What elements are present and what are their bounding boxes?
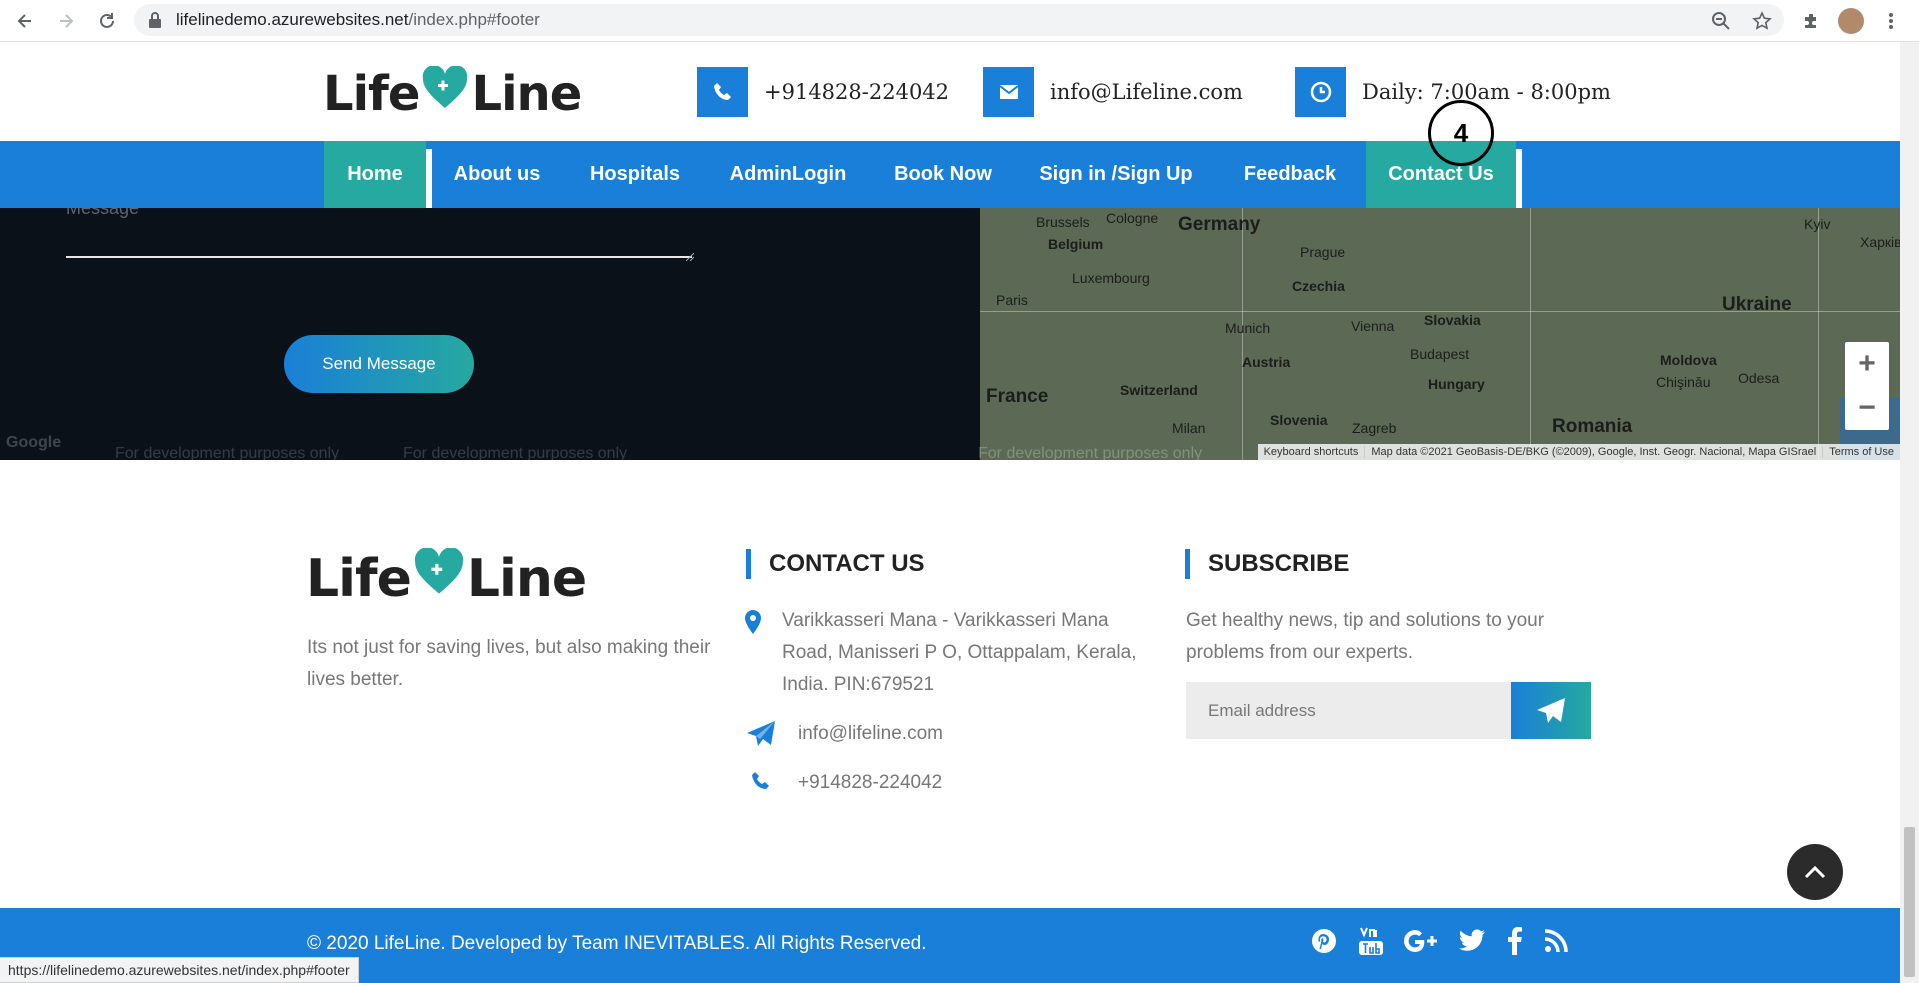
map-label-prague: Prague (1300, 244, 1346, 260)
map-label-munich: Munich (1225, 320, 1271, 336)
map-label-germany: Germany (1178, 214, 1261, 235)
map-label-brussels: Brussels (1036, 214, 1090, 230)
message-textarea[interactable] (66, 256, 692, 258)
site-header (0, 42, 1900, 141)
browser-toolbar: lifelinedemo.azurewebsites.net/index.php… (0, 0, 1919, 42)
dev-watermark-3: For development purposes only (978, 445, 1203, 460)
map-label-kharkiv: Харків (1860, 234, 1900, 250)
address-row: Varikkasseri Mana - Varikkasseri Mana Ro… (744, 605, 1164, 701)
lock-icon (148, 11, 162, 34)
menu-dots-icon[interactable] (1878, 8, 1904, 34)
dev-watermark-1: For development purposes only (115, 445, 340, 460)
rss-icon[interactable] (1541, 926, 1571, 956)
page-scrollbar[interactable] (1900, 42, 1919, 983)
map-label-zagreb: Zagreb (1352, 420, 1397, 436)
map-attribution: Keyboard shortcuts Map data ©2021 GeoBas… (1257, 444, 1900, 460)
scrollbar-thumb[interactable] (1904, 827, 1915, 977)
status-bar-url: https://lifelinedemo.azurewebsites.net/i… (0, 957, 359, 983)
phone-icon (744, 767, 778, 792)
map-label-slovenia: Slovenia (1270, 412, 1328, 428)
subscribe-text: Get healthy news, tip and solutions to y… (1186, 610, 1545, 663)
youtube-icon[interactable] (1356, 926, 1386, 956)
resize-handle-icon[interactable] (685, 248, 695, 266)
phone-row: +914828-224042 (744, 767, 942, 799)
header-phone: +914828-224042 (697, 67, 949, 117)
message-label: Message (66, 208, 140, 218)
heart-logo-icon (421, 65, 469, 122)
nav-hospitals[interactable]: Hospitals (580, 141, 690, 208)
heart-logo-icon (413, 547, 465, 609)
map-label-romania: Romania (1552, 416, 1633, 437)
twitter-icon[interactable] (1457, 926, 1487, 956)
paper-plane-icon (1537, 697, 1565, 723)
url-text: lifelinedemo.azurewebsites.net/index.php… (176, 10, 540, 29)
nav-home[interactable]: Home (324, 141, 432, 214)
bookmark-star-icon[interactable] (1749, 8, 1775, 34)
copyright-text: © 2020 LifeLine. Developed by Team INEVI… (307, 933, 927, 954)
map-label-budapest: Budapest (1410, 346, 1470, 362)
map-label-cologne: Cologne (1106, 210, 1159, 226)
forward-icon[interactable] (53, 8, 79, 34)
map-label-kyiv: Kyiv (1804, 216, 1831, 232)
footer-logo[interactable]: Life Line (306, 547, 587, 609)
keyboard-shortcuts-link[interactable]: Keyboard shortcuts (1258, 446, 1365, 458)
paper-plane-icon (744, 718, 778, 748)
nav-about[interactable]: About us (440, 141, 554, 208)
send-message-button[interactable]: Send Message (284, 335, 474, 393)
map-label-moldova: Moldova (1660, 352, 1717, 368)
scroll-to-top-button[interactable] (1787, 844, 1843, 900)
header-logo[interactable]: Life Line (323, 65, 582, 122)
dev-watermark-2: For development purposes only (403, 445, 628, 460)
map-zoom-controls: + − (1845, 342, 1889, 430)
google-logo: Google (6, 434, 62, 451)
google-map[interactable]: Germany Brussels Cologne Belgium Luxembo… (760, 208, 1900, 460)
facebook-icon[interactable] (1500, 926, 1530, 956)
subscribe-heading: SUBSCRIBE (1185, 549, 1349, 579)
map-label-odesa: Odesa (1738, 370, 1780, 386)
map-label-switzerland: Switzerland (1120, 382, 1198, 398)
zoom-out-button[interactable]: − (1845, 386, 1889, 430)
back-icon[interactable] (12, 8, 38, 34)
google-plus-icon[interactable] (1403, 926, 1443, 956)
reload-icon[interactable] (94, 8, 120, 34)
location-pin-icon (744, 605, 762, 635)
map-data-text: Map data ©2021 GeoBasis-DE/BKG (©2009), … (1364, 446, 1822, 458)
chevron-up-icon (1804, 865, 1826, 879)
header-email: info@Lifeline.com (983, 67, 1243, 117)
email-row: info@lifeline.com (744, 718, 943, 750)
nav-signin-signup[interactable]: Sign in /Sign Up (1030, 141, 1202, 208)
contact-us-heading: CONTACT US (746, 549, 925, 579)
nav-adminlogin[interactable]: AdminLogin (718, 141, 858, 208)
footer-tagline: Its not just for saving lives, but also … (307, 637, 711, 690)
pinterest-icon[interactable] (1309, 926, 1339, 956)
zoom-icon[interactable] (1708, 8, 1734, 34)
map-label-czechia: Czechia (1292, 278, 1345, 294)
map-label-austria: Austria (1242, 354, 1291, 370)
map-label-milan: Milan (1172, 420, 1206, 436)
profile-avatar[interactable] (1838, 8, 1864, 34)
subscribe-email-input[interactable] (1186, 682, 1511, 739)
map-label-luxembourg: Luxembourg (1072, 270, 1150, 286)
map-label-france: France (986, 386, 1049, 407)
main-nav: Home About us Hospitals AdminLogin Book … (0, 141, 1900, 214)
map-label-hungary: Hungary (1428, 376, 1485, 392)
contact-form: Message Send Message Google For developm… (0, 208, 760, 460)
terms-link[interactable]: Terms of Use (1822, 446, 1900, 458)
nav-feedback[interactable]: Feedback (1234, 141, 1346, 208)
map-label-chisinau: Chişinău (1656, 374, 1711, 390)
zoom-in-button[interactable]: + (1845, 342, 1889, 386)
map-label-ukraine: Ukraine (1722, 294, 1792, 315)
phone-icon (697, 67, 748, 117)
map-label-belgium: Belgium (1048, 236, 1104, 252)
map-label-slovakia: Slovakia (1424, 312, 1481, 328)
clock-icon (1295, 67, 1346, 117)
map-label-vienna: Vienna (1351, 318, 1395, 334)
envelope-icon (983, 67, 1034, 117)
annotation-marker: 4 (1428, 100, 1494, 166)
map-label-paris: Paris (996, 292, 1028, 308)
extensions-icon[interactable] (1798, 8, 1824, 34)
subscribe-send-button[interactable] (1511, 682, 1591, 739)
nav-book-now[interactable]: Book Now (890, 141, 996, 208)
